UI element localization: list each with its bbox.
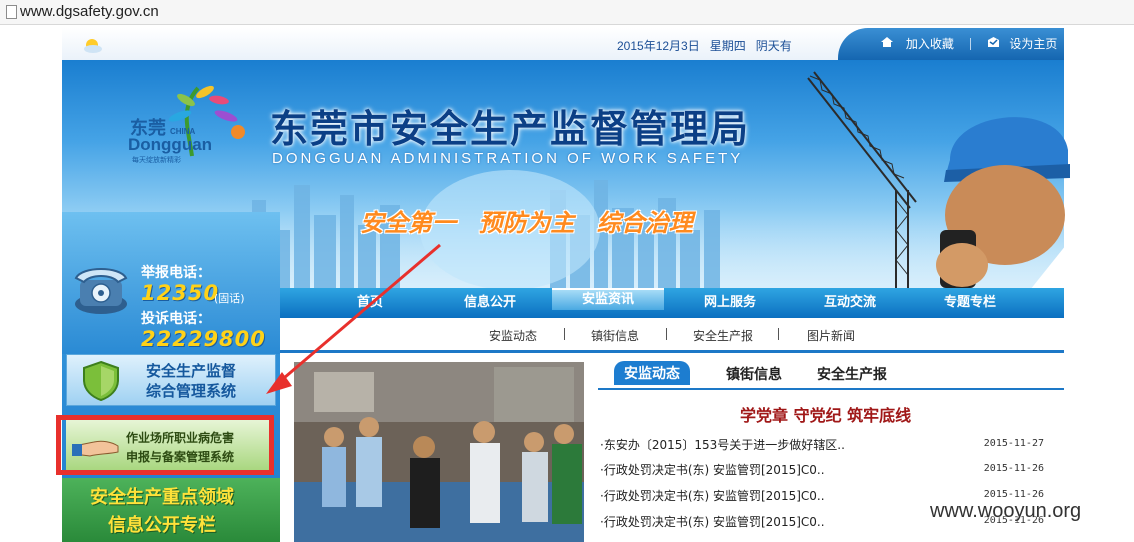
news-title[interactable]: ·行政处罚决定书(东) 安监管罚[2015]C0..	[600, 513, 825, 530]
site-subtitle: DONGGUAN ADMINISTRATION OF WORK SAFETY	[272, 150, 744, 167]
news-date: 2015-11-26	[983, 463, 1044, 474]
news-item[interactable]: ·行政处罚决定书(东) 安监管罚[2015]C0.. 2015-11-26	[600, 461, 1046, 481]
system1-line1: 安全生产监督	[146, 362, 237, 380]
divider	[666, 328, 667, 340]
add-favorite-link[interactable]: 加入收藏	[906, 35, 954, 52]
safety-supervision-system-label: 安全生产监督 综合管理系统	[146, 361, 236, 401]
report-phone-number: 12350	[141, 281, 220, 305]
tower-crane-illustration	[807, 71, 917, 288]
subnav-safety-dynamics[interactable]: 安监动态	[489, 327, 537, 344]
key-areas-disclosure-label: 安全生产重点领域 信息公开专栏	[90, 484, 234, 540]
tab-safety-paper[interactable]: 安全生产报	[817, 364, 887, 384]
logo-tagline: 每天绽放新精彩	[132, 155, 181, 164]
news-photo[interactable]	[294, 362, 584, 542]
nav-info-public[interactable]: 信息公开	[434, 288, 546, 318]
weather-sun-icon	[84, 39, 102, 53]
divider	[969, 37, 971, 50]
nav-interaction[interactable]: 互动交流	[794, 288, 906, 318]
shield-icon	[83, 360, 119, 402]
home-icon	[880, 36, 894, 51]
site-title: 东莞市安全生产监督管理局	[270, 106, 751, 151]
news-title[interactable]: ·东安办〔2015〕153号关于进一步做好辖区..	[600, 436, 845, 453]
nav-special-topics[interactable]: 专题专栏	[914, 288, 1026, 318]
news-date: 2015-11-26	[983, 489, 1044, 500]
subnav-photo-news[interactable]: 图片新闻	[807, 327, 855, 344]
news-headline[interactable]: 学党章 守党纪 筑牢底线	[740, 402, 911, 426]
subnav-safety-paper[interactable]: 安全生产报	[693, 327, 753, 344]
set-homepage-icon	[987, 36, 1000, 51]
url-text[interactable]: www.dgsafety.gov.cn	[20, 3, 159, 20]
news-title[interactable]: ·行政处罚决定书(东) 安监管罚[2015]C0..	[600, 461, 825, 478]
logo-en: Dongguan	[128, 135, 212, 154]
complaint-phone-number: 22229800	[141, 327, 266, 351]
telephone-icon	[74, 268, 128, 314]
weather-text: 阴天有	[755, 39, 792, 53]
news-title[interactable]: ·行政处罚决定书(东) 安监管罚[2015]C0..	[600, 487, 825, 504]
news-item[interactable]: ·东安办〔2015〕153号关于进一步做好辖区.. 2015-11-27	[600, 436, 1046, 456]
page-icon	[6, 5, 17, 19]
system3-line1: 安全生产重点领域	[90, 487, 234, 508]
set-homepage-link[interactable]: 设为主页	[1009, 35, 1057, 52]
nav-online-service[interactable]: 网上服务	[674, 288, 786, 318]
report-phone-note: (固话)	[214, 292, 245, 305]
nav-safety-news[interactable]: 安监资讯	[552, 288, 664, 310]
system1-line2: 综合管理系统	[146, 382, 237, 400]
date-text: 2015年12月3日	[617, 39, 700, 53]
sub-nav: 安监动态 镇街信息 安全生产报 图片新闻	[280, 318, 1064, 353]
nav-home[interactable]: 首页	[314, 288, 426, 318]
news-tabs: 安监动态 镇街信息 安全生产报	[598, 360, 1064, 390]
report-phone-label: 举报电话：	[141, 265, 211, 281]
divider	[564, 328, 565, 340]
red-highlight-box	[56, 415, 274, 475]
subnav-town-info[interactable]: 镇街信息	[591, 327, 639, 344]
dongguan-city-logo: 东莞 CHINA Dongguan 每天绽放新精彩	[128, 85, 245, 164]
safety-worker-photo	[936, 117, 1070, 290]
top-links: 加入收藏 设为主页	[880, 35, 1057, 52]
system3-line2: 信息公开专栏	[108, 515, 216, 536]
weekday-text: 星期四	[709, 39, 746, 53]
safety-slogan: 安全第一 预防为主 综合治理	[360, 209, 693, 237]
news-date: 2015-11-27	[983, 438, 1044, 449]
tab-safety-dynamics[interactable]: 安监动态	[614, 361, 690, 385]
complaint-phone-label: 投诉电话：	[141, 311, 211, 327]
watermark-text: www.wooyun.org	[930, 500, 1082, 522]
main-nav: 首页 信息公开 安监资讯 网上服务 互动交流 专题专栏	[280, 288, 1064, 318]
divider	[778, 328, 779, 340]
date-weather: 2015年12月3日 星期四 阴天有	[617, 37, 792, 54]
tab-town-info[interactable]: 镇街信息	[726, 364, 782, 384]
address-bar[interactable]: www.dgsafety.gov.cn	[0, 0, 1134, 25]
